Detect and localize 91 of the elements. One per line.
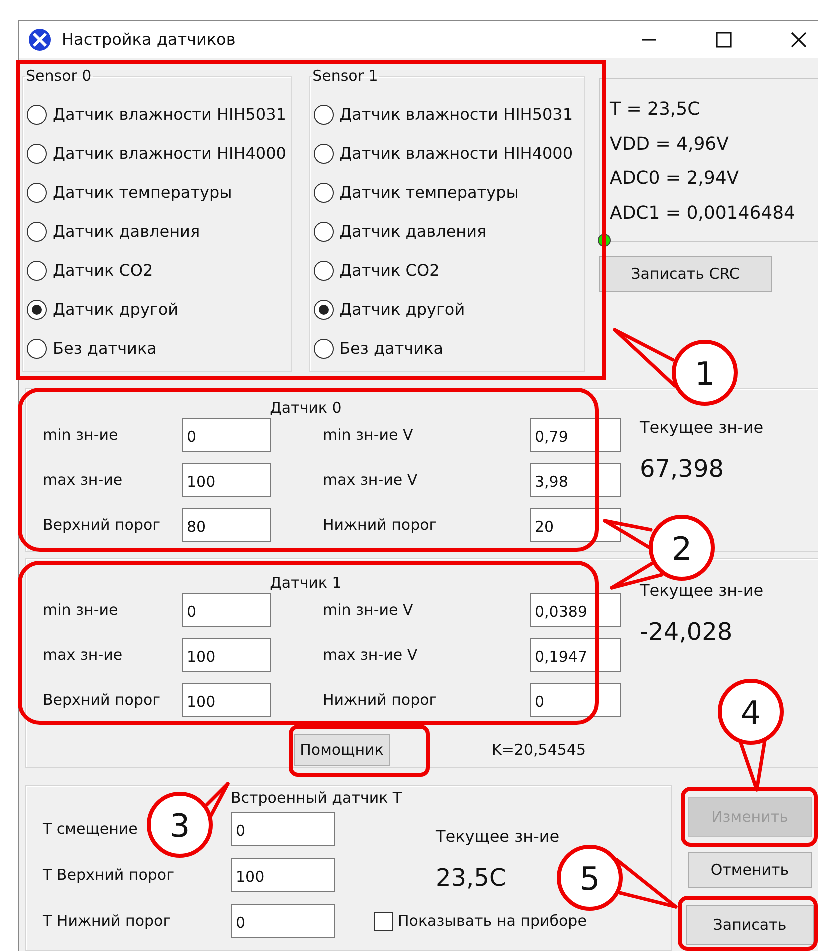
field-label: T Верхний порог xyxy=(43,866,174,884)
reading-text: ADC0 = 2,94V xyxy=(610,167,740,191)
app-icon xyxy=(28,28,52,52)
radio-button[interactable] xyxy=(314,104,334,124)
input-field[interactable]: 80 xyxy=(182,508,271,542)
field-label: T Нижний порог xyxy=(43,912,172,930)
radio-button[interactable] xyxy=(27,222,47,242)
input-field[interactable]: 100 xyxy=(182,683,271,717)
callout-number: 2 xyxy=(649,515,715,581)
callout-number: 3 xyxy=(147,792,213,858)
group-title: Sensor 0 xyxy=(25,67,93,85)
callout-number: 5 xyxy=(557,845,623,911)
callout-number: 4 xyxy=(718,679,784,745)
leader-line xyxy=(615,858,678,909)
field-label: T смещение xyxy=(43,820,138,838)
field-label: min зн-ие xyxy=(43,601,118,619)
field-label: Нижний порог xyxy=(323,516,438,534)
input-field[interactable]: 100 xyxy=(231,858,335,892)
option-label: Датчик другой xyxy=(340,300,466,319)
field-label: max зн-ие xyxy=(43,471,123,489)
window-title: Настройка датчиков xyxy=(62,30,236,49)
field-label: Нижний порог xyxy=(323,691,438,709)
action-button[interactable]: Отменить xyxy=(688,852,812,888)
radio-button[interactable] xyxy=(27,300,47,320)
radio-button[interactable] xyxy=(314,144,334,164)
input-field[interactable]: 0 xyxy=(182,593,271,627)
reading-text: T = 23,5C xyxy=(610,98,702,122)
radio-button[interactable] xyxy=(314,300,334,320)
field-label: max зн-ие V xyxy=(323,471,418,489)
field-label: min зн-ие V xyxy=(323,601,414,619)
field-label: Верхний порог xyxy=(43,516,161,534)
group-title: Sensor 1 xyxy=(312,67,380,85)
radio-button[interactable] xyxy=(314,338,334,358)
panel-title: Датчик 1 xyxy=(269,573,343,593)
radio-button[interactable] xyxy=(27,260,47,280)
input-field[interactable]: 0 xyxy=(182,418,271,452)
input-field[interactable]: 0,1947 xyxy=(530,638,621,672)
reading-text: VDD = 4,96V xyxy=(610,132,730,156)
current-value: 23,5C xyxy=(436,864,506,892)
radio-button[interactable] xyxy=(27,104,47,124)
leader-line xyxy=(613,328,677,388)
checkbox-label: Показывать на приборе xyxy=(398,912,587,930)
field-label: Верхний порог xyxy=(43,691,161,709)
current-value-label: Текущее зн-ие xyxy=(436,827,560,846)
radio-button[interactable] xyxy=(27,338,47,358)
radio-button[interactable] xyxy=(314,260,334,280)
current-value: -24,028 xyxy=(640,618,734,646)
input-field[interactable]: 0 xyxy=(231,812,335,846)
option-label: Датчик влажности HIH5031 xyxy=(340,105,574,124)
option-label: Без датчика xyxy=(340,339,444,358)
option-label: Датчик влажности HIH4000 xyxy=(340,144,574,163)
option-label: Датчик CO2 xyxy=(53,261,154,280)
option-label: Датчик другой xyxy=(53,300,179,319)
radio-button[interactable] xyxy=(314,222,334,242)
input-field[interactable]: 0,0389 xyxy=(530,593,621,627)
option-label: Без датчика xyxy=(53,339,157,358)
input-field[interactable]: 20 xyxy=(530,508,621,542)
option-label: Датчик влажности HIH5031 xyxy=(53,105,286,124)
leader-line xyxy=(739,739,767,792)
option-label: Датчик влажности HIH4000 xyxy=(53,144,286,163)
input-field[interactable]: 3,98 xyxy=(530,463,621,497)
option-label: Датчик температуры xyxy=(340,183,519,202)
input-field[interactable]: 100 xyxy=(182,638,271,672)
option-label: Датчик CO2 xyxy=(340,261,440,280)
input-field[interactable]: 0 xyxy=(530,683,621,717)
radio-button[interactable] xyxy=(27,182,47,202)
option-label: Датчик температуры xyxy=(53,183,232,202)
field-label: min зн-ие xyxy=(43,426,118,444)
option-label: Датчик давления xyxy=(340,222,487,241)
input-field[interactable]: 100 xyxy=(182,463,271,497)
current-value: 67,398 xyxy=(640,455,725,483)
field-label: max зн-ие V xyxy=(323,646,418,664)
coefficient-text: K=20,54545 xyxy=(492,741,586,759)
action-button[interactable]: Записать xyxy=(686,905,814,945)
helper-button[interactable]: Помощник xyxy=(294,734,390,766)
write-crc-button[interactable]: Записать CRC xyxy=(599,256,772,292)
radio-button[interactable] xyxy=(27,144,47,164)
current-value-label: Текущее зн-ие xyxy=(640,581,764,600)
panel-title: Встроенный датчик T xyxy=(231,788,404,808)
panel-title: Датчик 0 xyxy=(269,398,343,418)
option-label: Датчик давления xyxy=(53,222,200,241)
reading-text: ADC1 = 0,00146484 xyxy=(610,202,797,226)
current-value-label: Текущее зн-ие xyxy=(640,418,764,437)
input-field[interactable]: 0,79 xyxy=(530,418,621,452)
field-label: min зн-ие V xyxy=(323,426,414,444)
input-field[interactable]: 0 xyxy=(231,904,335,938)
radio-button[interactable] xyxy=(314,182,334,202)
leader-line xyxy=(205,782,230,820)
field-label: max зн-ие xyxy=(43,646,123,664)
callout-number: 1 xyxy=(672,340,738,406)
checkbox[interactable] xyxy=(374,912,393,930)
